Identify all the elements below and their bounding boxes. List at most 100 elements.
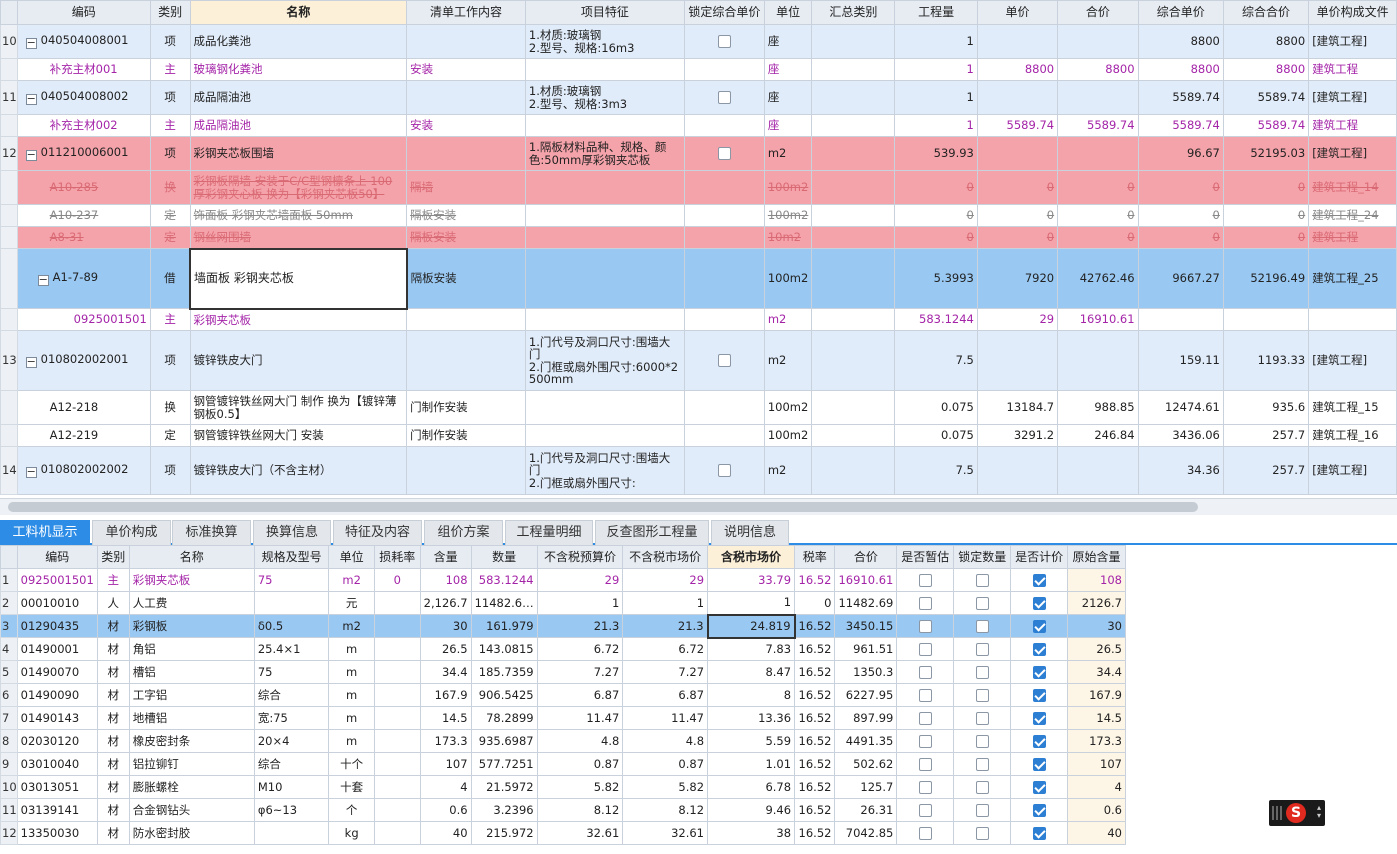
lock-quantity-checkbox-cell[interactable] bbox=[953, 821, 1012, 845]
summary-category-cell[interactable] bbox=[811, 24, 896, 59]
total-price-cell[interactable]: 1350.3 bbox=[834, 660, 898, 684]
feature-cell[interactable] bbox=[524, 170, 685, 205]
lock-quantity-checkbox[interactable] bbox=[975, 665, 989, 679]
summary-category-cell[interactable] bbox=[811, 226, 896, 249]
code-cell[interactable]: 01490143 bbox=[16, 706, 98, 730]
composite-total-cell[interactable]: 52196.49 bbox=[1222, 248, 1310, 309]
composite-total-cell[interactable]: 257.7 bbox=[1222, 446, 1310, 495]
code-cell[interactable]: − A1-7-89 bbox=[16, 248, 151, 309]
feature-cell[interactable]: 1.门代号及洞口尺寸:围墙大门 2.门框或扇外围尺寸:6000*2500mm bbox=[524, 330, 685, 391]
original-content-cell[interactable]: 4 bbox=[1067, 775, 1126, 799]
estimate-checkbox-cell[interactable] bbox=[896, 821, 955, 845]
spec-cell[interactable]: 20×4 bbox=[253, 729, 330, 753]
loss-rate-cell[interactable] bbox=[373, 798, 421, 822]
pretax-market-price-cell[interactable]: 8.12 bbox=[622, 798, 709, 822]
column-header[interactable]: 规格及型号 bbox=[253, 545, 330, 569]
original-content-cell[interactable]: 0.6 bbox=[1067, 798, 1126, 822]
tax-rate-cell[interactable]: 16.52 bbox=[794, 821, 836, 845]
lock-price-cell[interactable] bbox=[683, 170, 765, 205]
loss-rate-cell[interactable] bbox=[373, 614, 421, 638]
name-cell[interactable]: 成品隔油池 bbox=[189, 80, 408, 115]
lock-quantity-checkbox[interactable] bbox=[975, 757, 989, 771]
lock-quantity-checkbox[interactable] bbox=[975, 596, 989, 610]
unit-cell[interactable]: 元 bbox=[328, 591, 375, 615]
unit-cell[interactable]: 100m2 bbox=[763, 248, 813, 309]
column-header[interactable]: 项目特征 bbox=[524, 0, 685, 25]
price-file-cell[interactable]: 建筑工程_25 bbox=[1308, 248, 1397, 309]
column-header[interactable]: 综合合价 bbox=[1222, 0, 1310, 25]
estimate-checkbox-cell[interactable] bbox=[896, 706, 955, 730]
composite-total-cell[interactable]: 0 bbox=[1222, 226, 1310, 249]
original-content-cell[interactable]: 34.4 bbox=[1067, 660, 1126, 684]
column-header[interactable]: 编码 bbox=[16, 0, 151, 25]
total-price-cell[interactable]: 502.62 bbox=[834, 752, 898, 776]
table-row[interactable]: 11−040504008002 项成品隔油池 1.材质:玻璃钢 2.型号、规格:3m… bbox=[0, 80, 1397, 115]
unit-cell[interactable]: 100m2 bbox=[763, 204, 813, 227]
category-cell[interactable]: 定 bbox=[149, 424, 191, 447]
code-cell[interactable]: 0925001501 bbox=[16, 308, 151, 331]
price-file-cell[interactable]: 建筑工程 bbox=[1308, 226, 1397, 249]
count-price-checkbox-cell[interactable] bbox=[1010, 568, 1069, 592]
feature-cell[interactable] bbox=[524, 204, 685, 227]
tab-0[interactable]: 工料机显示 bbox=[0, 520, 90, 545]
name-cell[interactable]: 墙面板 彩钢夹芯板 bbox=[189, 247, 408, 310]
count-price-checkbox-cell[interactable] bbox=[1010, 683, 1069, 707]
lock-price-cell[interactable] bbox=[683, 204, 765, 227]
lock-quantity-checkbox-cell[interactable] bbox=[953, 660, 1012, 684]
column-header[interactable]: 锁定综合单价 bbox=[683, 0, 765, 25]
composite-total-cell[interactable]: 52195.03 bbox=[1222, 136, 1310, 171]
estimate-checkbox[interactable] bbox=[918, 596, 932, 610]
name-cell[interactable]: 镀锌铁皮大门 bbox=[189, 330, 408, 391]
estimate-checkbox[interactable] bbox=[918, 642, 932, 656]
table-row[interactable]: 12 13350030 材防水密封胶 kg 40 215.972 32.61 32.61 38 1… bbox=[0, 821, 1126, 845]
work-content-cell[interactable]: 隔板安装 bbox=[406, 226, 526, 249]
feature-cell[interactable] bbox=[524, 248, 685, 309]
collapse-toggle-icon[interactable]: − bbox=[25, 93, 37, 105]
column-header[interactable]: 是否暂估 bbox=[896, 545, 955, 569]
count-price-checkbox-cell[interactable] bbox=[1010, 706, 1069, 730]
unit-cell[interactable]: m2 bbox=[763, 446, 813, 495]
total-price-cell[interactable]: 988.85 bbox=[1057, 390, 1139, 425]
unit-cell[interactable]: 十套 bbox=[328, 775, 375, 799]
content-cell[interactable]: 0.6 bbox=[419, 798, 472, 822]
quantity-cell[interactable]: 0 bbox=[894, 204, 978, 227]
summary-category-cell[interactable] bbox=[811, 136, 896, 171]
feature-cell[interactable]: 1.材质:玻璃钢 2.型号、规格:16m3 bbox=[524, 24, 685, 59]
estimate-checkbox-cell[interactable] bbox=[896, 660, 955, 684]
pretax-market-price-cell[interactable]: 6.72 bbox=[622, 637, 709, 661]
quantity-cell[interactable]: 583.1244 bbox=[894, 308, 978, 331]
column-header[interactable]: 原始含量 bbox=[1067, 545, 1126, 569]
unit-price-cell[interactable] bbox=[976, 330, 1059, 391]
column-header[interactable]: 汇总类别 bbox=[811, 0, 896, 25]
lock-quantity-checkbox-cell[interactable] bbox=[953, 752, 1012, 776]
work-content-cell[interactable]: 隔板安装 bbox=[406, 248, 526, 309]
estimate-checkbox[interactable] bbox=[918, 688, 932, 702]
lock-price-cell[interactable] bbox=[683, 446, 765, 495]
price-file-cell[interactable]: 建筑工程_14 bbox=[1308, 170, 1397, 205]
quantity-cell[interactable]: 143.0815 bbox=[470, 637, 538, 661]
summary-category-cell[interactable] bbox=[811, 204, 896, 227]
collapse-toggle-icon[interactable]: − bbox=[37, 274, 49, 286]
category-cell[interactable]: 材 bbox=[96, 729, 130, 753]
original-content-cell[interactable]: 14.5 bbox=[1067, 706, 1126, 730]
pretax-budget-price-cell[interactable]: 4.8 bbox=[536, 729, 624, 753]
category-cell[interactable]: 主 bbox=[96, 568, 130, 592]
code-cell[interactable]: 03013051 bbox=[16, 775, 98, 799]
unit-price-cell[interactable]: 29 bbox=[976, 308, 1059, 331]
lock-quantity-checkbox-cell[interactable] bbox=[953, 614, 1012, 638]
name-cell[interactable]: 成品隔油池 bbox=[189, 114, 408, 137]
name-cell[interactable]: 彩钢夹芯板围墙 bbox=[189, 136, 408, 171]
lock-price-checkbox[interactable] bbox=[717, 35, 731, 48]
price-file-cell[interactable]: [建筑工程] bbox=[1308, 24, 1397, 59]
composite-total-cell[interactable]: 5589.74 bbox=[1222, 80, 1310, 115]
column-header[interactable]: 名称 bbox=[189, 0, 408, 25]
feature-cell[interactable]: 1.隔板材料品种、规格、颜色:50mm厚彩钢夹芯板 bbox=[524, 136, 685, 171]
column-header[interactable]: 单价 bbox=[976, 0, 1059, 25]
composite-unit-price-cell[interactable]: 159.11 bbox=[1137, 330, 1224, 391]
count-price-checkbox[interactable] bbox=[1032, 642, 1046, 656]
lock-price-cell[interactable] bbox=[683, 58, 765, 81]
name-cell[interactable]: 膨胀螺栓 bbox=[128, 775, 255, 799]
loss-rate-cell[interactable] bbox=[373, 752, 421, 776]
name-cell[interactable]: 槽铝 bbox=[128, 660, 255, 684]
column-header[interactable]: 工程量 bbox=[894, 0, 978, 25]
